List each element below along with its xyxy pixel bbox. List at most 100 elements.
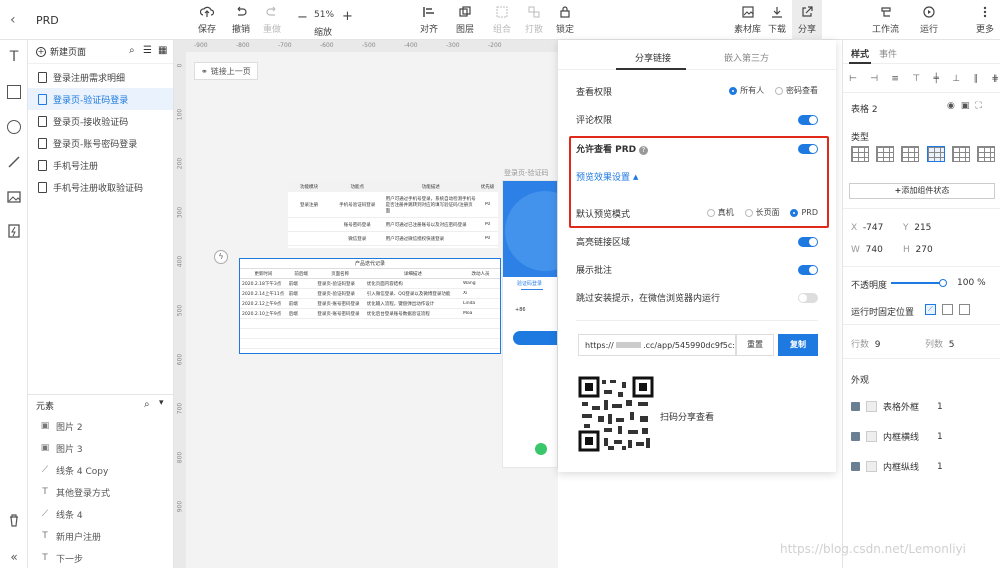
component-tool-icon[interactable]	[7, 224, 21, 238]
table-type-option-icon[interactable]	[851, 146, 869, 162]
feature-table[interactable]: 功能模块 功能点 功能描述 优先级 登录注册 手机号验证码登录 用户可通过手机号登录，系统…	[288, 182, 498, 248]
highlight-link-toggle[interactable]	[798, 236, 818, 247]
radio-mode-real[interactable]: 真机	[706, 207, 734, 218]
save-button[interactable]: 保存	[198, 5, 216, 35]
position-y[interactable]: Y 215	[903, 223, 931, 233]
element-item[interactable]: T 其他登录方式	[28, 481, 173, 503]
workflow-button[interactable]: 工作流	[872, 5, 899, 35]
size-h[interactable]: H 270	[903, 245, 933, 255]
lightning-handle-icon[interactable]: ϟ	[214, 250, 228, 264]
line-tool-icon[interactable]	[7, 155, 21, 169]
inner-v-value[interactable]: 1	[937, 462, 943, 472]
zoom-out-button[interactable]: −	[297, 10, 308, 25]
inner-v-checkbox[interactable]	[851, 462, 860, 471]
tab-share-link[interactable]: 分享链接	[635, 51, 671, 64]
page-item[interactable]: 登录页-接收验证码	[28, 110, 173, 132]
preview-settings-link[interactable]: 预览效果设置 ▲	[576, 170, 818, 184]
inner-h-color-swatch[interactable]	[866, 431, 877, 442]
border-checkbox[interactable]	[851, 402, 860, 411]
grid-view-icon[interactable]: ▦	[158, 45, 167, 56]
component-name[interactable]: 表格 2	[851, 102, 878, 115]
share-url-field[interactable]: https:// .cc/app/545990dc9f5c:	[578, 334, 736, 356]
new-page-button[interactable]: + 新建页面 ⌕ ☰ ▦	[28, 40, 173, 64]
cols-field[interactable]: 列数 5	[925, 337, 954, 350]
eye-icon[interactable]: ◉	[947, 101, 961, 111]
tab-style[interactable]: 样式	[851, 47, 869, 60]
fixed-bottom-icon[interactable]	[959, 304, 970, 315]
page-item[interactable]: 登录注册需求明细	[28, 66, 173, 88]
inner-h-checkbox[interactable]	[851, 432, 860, 441]
reset-button[interactable]: 重置	[736, 334, 774, 356]
inner-h-value[interactable]: 1	[937, 432, 943, 442]
skip-install-toggle[interactable]	[798, 292, 818, 303]
border-value[interactable]: 1	[937, 402, 943, 412]
opacity-readout[interactable]: 100 %	[957, 278, 986, 288]
design-canvas[interactable]: ⚭ 链接上一页 登录页-验证码 验证码登录 +86 功能模块 功能点 功能描述 优先级 …	[174, 40, 558, 568]
opacity-slider[interactable]	[891, 279, 947, 287]
element-item[interactable]: ▣ 图片 2	[28, 415, 173, 437]
align-top-icon[interactable]: ⊤	[912, 74, 920, 84]
position-x[interactable]: X -747	[851, 223, 883, 233]
align-bottom-icon[interactable]: ⊥	[952, 74, 960, 84]
distribute-h-icon[interactable]: ∥	[974, 74, 979, 84]
element-item[interactable]: ⟋ 线条 4	[28, 503, 173, 525]
page-item[interactable]: 手机号注册收取验证码	[28, 176, 173, 198]
inner-v-color-swatch[interactable]	[866, 461, 877, 472]
opacity-slider-handle[interactable]	[939, 279, 947, 287]
page-item[interactable]: 登录页-账号密码登录	[28, 132, 173, 154]
run-button[interactable]: 运行	[920, 5, 938, 35]
table-type-option-icon[interactable]	[901, 146, 920, 162]
lock-button[interactable]: 锁定	[556, 5, 574, 35]
distribute-v-icon[interactable]: ⋕	[991, 74, 999, 84]
fixed-top-icon[interactable]	[942, 304, 953, 315]
fixed-none-icon[interactable]: ⟋	[925, 304, 936, 315]
page-item[interactable]: 手机号注册	[28, 154, 173, 176]
layer-button[interactable]: 图层	[456, 5, 474, 35]
element-item[interactable]: ⟋ 线条 4 Copy	[28, 459, 173, 481]
lock-icon[interactable]: ▣	[961, 101, 976, 111]
share-button[interactable]: 分享	[792, 0, 822, 40]
radio-all-people[interactable]: 所有人	[729, 85, 764, 96]
phone-artboard[interactable]: 验证码登录 +86	[502, 180, 558, 468]
radio-mode-prd[interactable]: PRD	[790, 208, 818, 217]
sort-icon[interactable]: ☰	[143, 45, 152, 56]
add-state-button[interactable]: +添加组件状态	[849, 183, 995, 199]
comment-permission-toggle[interactable]	[798, 114, 818, 125]
text-tool-icon[interactable]: T	[7, 50, 21, 64]
radio-mode-long[interactable]: 长页面	[744, 207, 780, 218]
align-right-icon[interactable]: ≡	[891, 74, 899, 84]
circle-tool-icon[interactable]	[7, 120, 21, 134]
show-comments-toggle[interactable]	[798, 264, 818, 275]
trash-icon[interactable]	[7, 513, 21, 527]
radio-password-view[interactable]: 密码查看	[775, 85, 818, 96]
image-tool-icon[interactable]	[7, 190, 21, 204]
table-type-option-icon[interactable]	[976, 146, 995, 162]
align-hcenter-icon[interactable]: ⊣	[870, 74, 878, 84]
align-vcenter-icon[interactable]: ╪	[934, 74, 939, 84]
link-back-button[interactable]: ⚭ 链接上一页	[194, 62, 258, 80]
tab-embed-third-party[interactable]: 嵌入第三方	[724, 51, 769, 64]
copy-button[interactable]: 复制	[778, 334, 818, 356]
chevron-down-icon[interactable]: ▾	[159, 398, 164, 408]
table-type-option-icon[interactable]	[951, 146, 970, 162]
element-item[interactable]: T 下一步	[28, 547, 173, 569]
align-button[interactable]: 对齐	[420, 5, 438, 35]
tab-event[interactable]: 事件	[879, 47, 897, 60]
zoom-value[interactable]: 51%	[314, 10, 334, 20]
ungroup-button[interactable]: 打散	[525, 5, 543, 35]
collapse-icon[interactable]: «	[7, 550, 21, 564]
undo-button[interactable]: 撤销	[232, 5, 250, 35]
border-color-swatch[interactable]	[866, 401, 877, 412]
assets-button[interactable]: 素材库	[734, 5, 761, 35]
allow-prd-toggle[interactable]	[798, 143, 818, 154]
search-icon[interactable]: ⌕	[129, 45, 135, 56]
table-type-option-icon[interactable]	[876, 146, 895, 162]
rectangle-tool-icon[interactable]	[7, 85, 21, 99]
zoom-in-button[interactable]: +	[342, 9, 353, 24]
iteration-table[interactable]: 产品迭代记录 更新时间 前后端 页面名称 详细描述 改动人员 2020.2.18下午3点…	[239, 258, 501, 354]
align-left-icon[interactable]: ⊢	[849, 74, 857, 84]
search-icon[interactable]: ⌕	[144, 399, 150, 410]
more-button[interactable]: 更多	[976, 5, 994, 35]
page-item[interactable]: 登录页-验证码登录	[28, 88, 173, 110]
fit-icon[interactable]: ⛶	[975, 101, 987, 111]
